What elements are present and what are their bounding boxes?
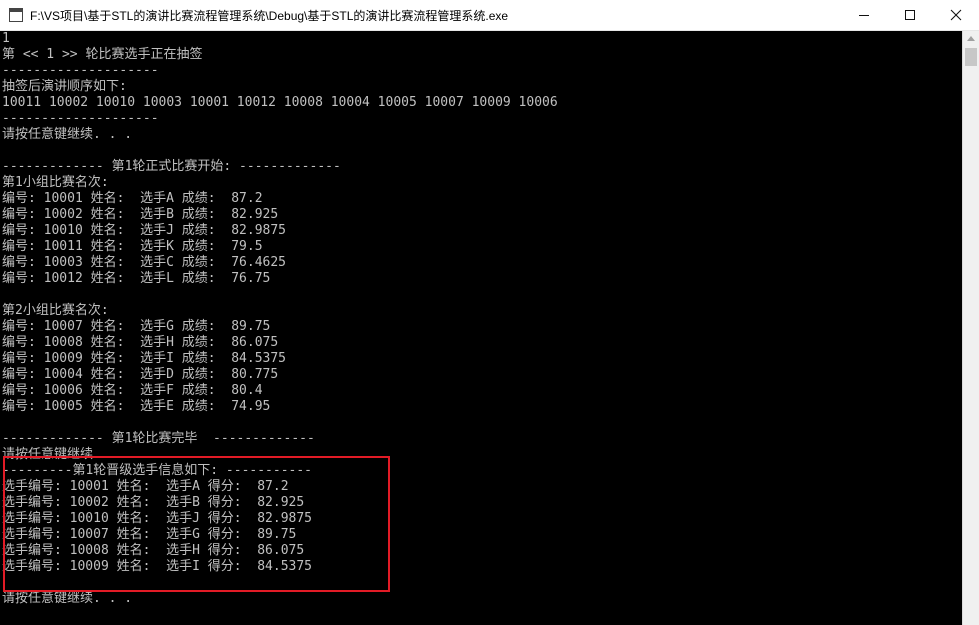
console-line: 编号: 10009 姓名: 选手I 成绩: 84.5375	[2, 351, 287, 366]
scroll-up-arrow-icon[interactable]	[967, 36, 975, 41]
console-output-area[interactable]: 1 第 << 1 >> 轮比赛选手正在抽签 ------------------…	[0, 31, 962, 625]
vertical-scrollbar[interactable]	[962, 31, 979, 625]
console-line: 选手编号: 10010 姓名: 选手J 得分: 82.9875	[2, 511, 313, 526]
console-line: 编号: 10001 姓名: 选手A 成绩: 87.2	[2, 191, 263, 206]
console-line: 请按任意键继续. . .	[2, 591, 133, 606]
title-bar[interactable]: F:\VS项目\基于STL的演讲比赛流程管理系统\Debug\基于STL的演讲比…	[0, 0, 979, 31]
console-line: ---------第1轮晋级选手信息如下: -----------	[2, 463, 313, 478]
minimize-button[interactable]	[841, 0, 887, 30]
console-line: 请按任意键继续. . .	[2, 447, 133, 462]
console-line: 编号: 10010 姓名: 选手J 成绩: 82.9875	[2, 223, 287, 238]
console-line: 第1小组比赛名次:	[2, 175, 109, 190]
close-icon	[950, 9, 962, 21]
console-line: 编号: 10002 姓名: 选手B 成绩: 82.925	[2, 207, 279, 222]
scrollbar-thumb[interactable]	[965, 48, 977, 66]
console-line: --------------------	[2, 111, 159, 126]
console-line: 编号: 10006 姓名: 选手F 成绩: 80.4	[2, 383, 263, 398]
console-line: 抽签后演讲顺序如下:	[2, 79, 127, 94]
console-line: 编号: 10011 姓名: 选手K 成绩: 79.5	[2, 239, 263, 254]
console-window: F:\VS项目\基于STL的演讲比赛流程管理系统\Debug\基于STL的演讲比…	[0, 0, 979, 625]
maximize-icon	[905, 10, 915, 20]
console-line: 1	[2, 31, 10, 46]
console-line: 第 << 1 >> 轮比赛选手正在抽签	[2, 47, 203, 62]
minimize-icon	[859, 15, 869, 16]
console-line: 编号: 10004 姓名: 选手D 成绩: 80.775	[2, 367, 279, 382]
console-line: 10011 10002 10010 10003 10001 10012 1000…	[2, 95, 558, 110]
window-title: F:\VS项目\基于STL的演讲比赛流程管理系统\Debug\基于STL的演讲比…	[30, 9, 509, 23]
console-line: 选手编号: 10009 姓名: 选手I 得分: 84.5375	[2, 559, 313, 574]
console-line: 编号: 10008 姓名: 选手H 成绩: 86.075	[2, 335, 279, 350]
console-line: 选手编号: 10008 姓名: 选手H 得分: 86.075	[2, 543, 305, 558]
maximize-button[interactable]	[887, 0, 933, 30]
console-line: ------------- 第1轮正式比赛开始: -------------	[2, 159, 341, 174]
console-line: 选手编号: 10002 姓名: 选手B 得分: 82.925	[2, 495, 305, 510]
console-line: --------------------	[2, 63, 159, 78]
console-line: ------------- 第1轮比赛完毕 -------------	[2, 431, 315, 446]
console-line: 选手编号: 10007 姓名: 选手G 得分: 89.75	[2, 527, 297, 542]
console-line: 编号: 10003 姓名: 选手C 成绩: 76.4625	[2, 255, 287, 270]
console-line: 第2小组比赛名次:	[2, 303, 109, 318]
console-app-icon	[9, 8, 23, 22]
console-line: 编号: 10012 姓名: 选手L 成绩: 76.75	[2, 271, 271, 286]
console-line: 请按任意键继续. . .	[2, 127, 133, 142]
console-line: 编号: 10005 姓名: 选手E 成绩: 74.95	[2, 399, 271, 414]
console-line: 编号: 10007 姓名: 选手G 成绩: 89.75	[2, 319, 271, 334]
close-button[interactable]	[933, 0, 979, 30]
console-line: 选手编号: 10001 姓名: 选手A 得分: 87.2	[2, 479, 289, 494]
